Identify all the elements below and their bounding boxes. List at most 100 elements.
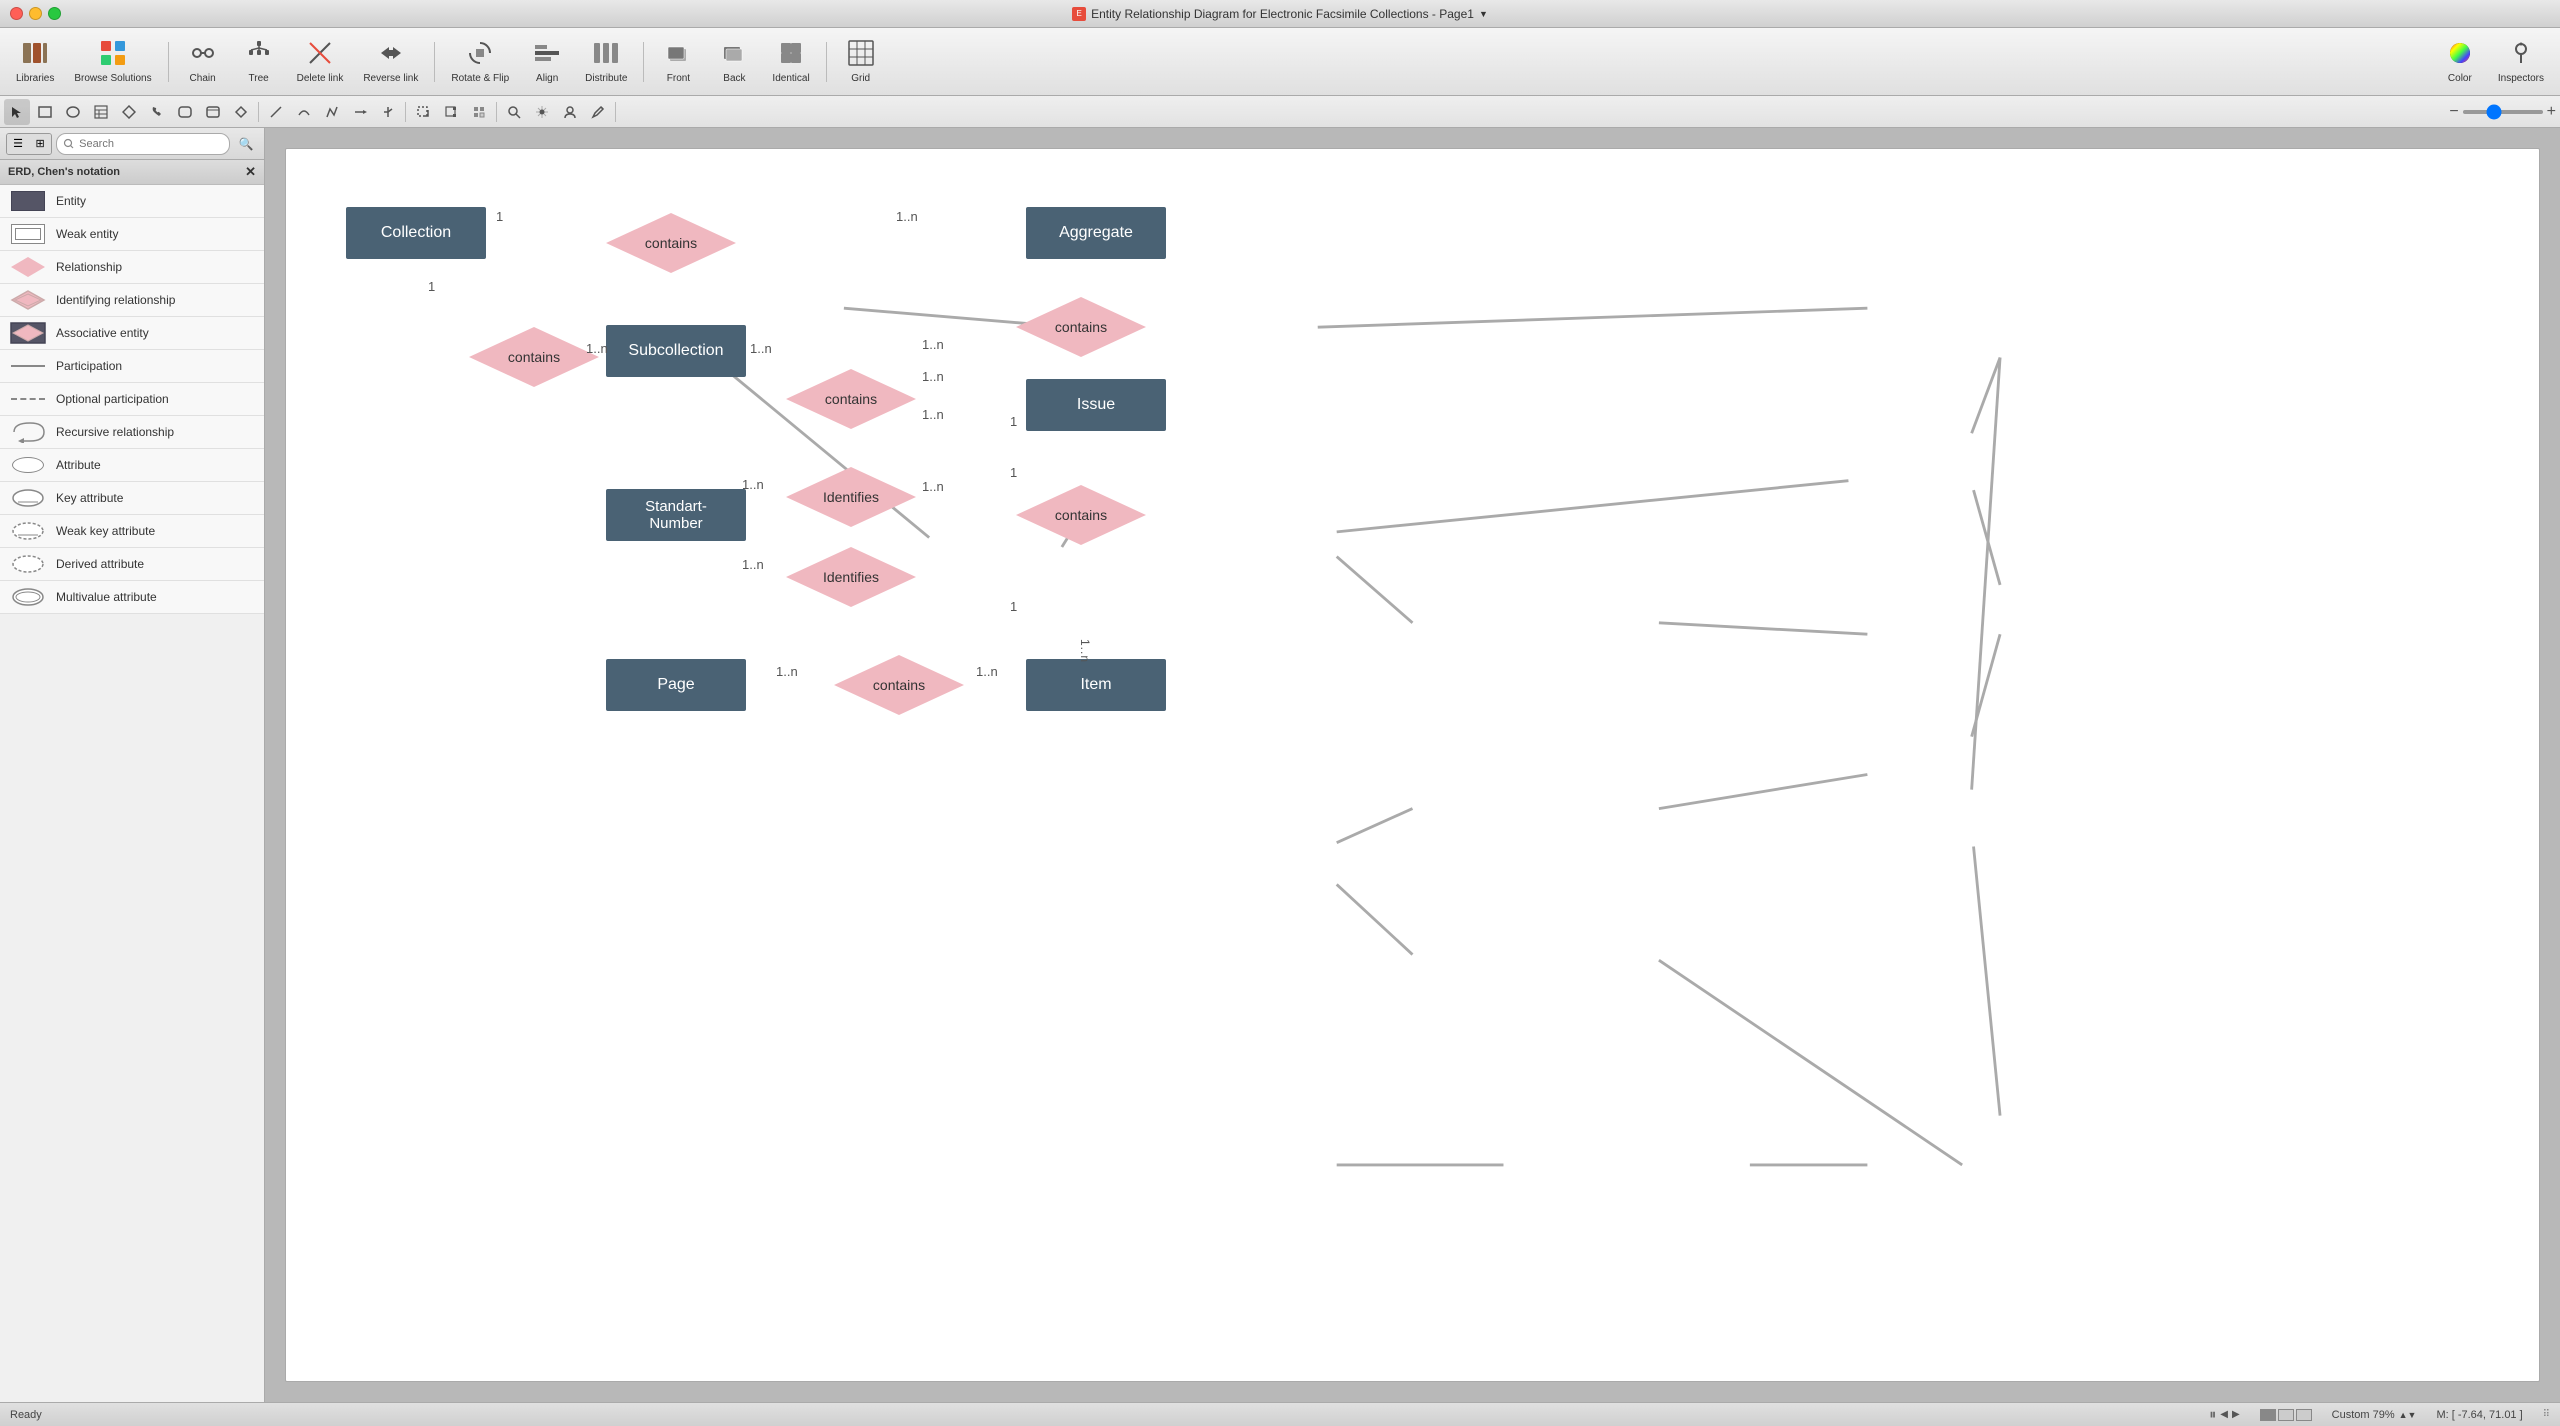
relationship-identifies-1[interactable]: Identifies bbox=[786, 467, 916, 527]
sidebar-item-weak-entity[interactable]: Weak entity bbox=[0, 218, 264, 251]
shape-tool-2[interactable] bbox=[200, 99, 226, 125]
transform-tool[interactable] bbox=[438, 99, 464, 125]
ellipse-tool[interactable] bbox=[60, 99, 86, 125]
pan-tool[interactable] bbox=[529, 99, 555, 125]
shape-tool-3[interactable] bbox=[228, 99, 254, 125]
pause-button[interactable]: ⏸ bbox=[2209, 1406, 2216, 1423]
relationship-identifies-2[interactable]: Identifies bbox=[786, 547, 916, 607]
pencil-tool[interactable] bbox=[585, 99, 611, 125]
arrow-tool[interactable] bbox=[347, 99, 373, 125]
page-box-1[interactable] bbox=[2260, 1409, 2276, 1421]
relationship-contains-2[interactable]: contains bbox=[469, 327, 599, 387]
polygon-tool[interactable] bbox=[116, 99, 142, 125]
toolbar-identical[interactable]: Identical bbox=[764, 34, 817, 90]
search-button[interactable]: 🔍 bbox=[234, 131, 258, 157]
toolbar-inspectors[interactable]: Inspectors bbox=[2490, 34, 2552, 90]
select-tool[interactable] bbox=[4, 99, 30, 125]
curved-line-tool[interactable] bbox=[319, 99, 345, 125]
relationship-contains-5[interactable]: contains bbox=[1016, 485, 1146, 545]
canvas-container[interactable]: Collection Aggregate Subcollection Issue… bbox=[265, 128, 2560, 1402]
search-input[interactable] bbox=[56, 133, 230, 155]
curve-tool[interactable] bbox=[291, 99, 317, 125]
zoom-slider[interactable] bbox=[2463, 110, 2543, 114]
zoom-dropdown-arrow[interactable]: ▲▼ bbox=[2399, 1410, 2417, 1420]
sidebar-item-identifying-relationship[interactable]: Identifying relationship bbox=[0, 284, 264, 317]
toolbar-front[interactable]: Front bbox=[652, 34, 704, 90]
toolbar-grid[interactable]: Grid bbox=[835, 34, 887, 90]
relationship-label: Relationship bbox=[56, 260, 122, 274]
resize-handle[interactable]: ⠿ bbox=[2543, 1409, 2550, 1420]
entity-collection[interactable]: Collection bbox=[346, 207, 486, 259]
toolbar-distribute[interactable]: Distribute bbox=[577, 34, 635, 90]
list-view-btn[interactable]: ☰ bbox=[7, 134, 29, 154]
next-page-button[interactable]: ▶ bbox=[2232, 1409, 2240, 1420]
sidebar-item-derived-attribute[interactable]: Derived attribute bbox=[0, 548, 264, 581]
diagram-canvas[interactable]: Collection Aggregate Subcollection Issue… bbox=[285, 148, 2540, 1382]
toolbar-browse-solutions[interactable]: Browse Solutions bbox=[66, 34, 159, 90]
view-toggle[interactable]: ☰ ⊞ bbox=[6, 133, 52, 155]
grid-view-btn[interactable]: ⊞ bbox=[29, 134, 51, 154]
window-controls[interactable] bbox=[10, 7, 61, 20]
toolbar-delete-link[interactable]: Delete link bbox=[289, 34, 352, 90]
toolbar-reverse-link[interactable]: Reverse link bbox=[355, 34, 426, 90]
toolbar-color[interactable]: Color bbox=[2434, 34, 2486, 90]
toolbar-libraries[interactable]: Libraries bbox=[8, 34, 62, 90]
entity-aggregate[interactable]: Aggregate bbox=[1026, 207, 1166, 259]
prev-page-button[interactable]: ◀ bbox=[2220, 1409, 2228, 1420]
sidebar-item-attribute[interactable]: Attribute bbox=[0, 449, 264, 482]
entity-icon bbox=[10, 190, 46, 212]
relationship-contains-1[interactable]: contains bbox=[606, 213, 736, 273]
toolbar-chain[interactable]: Chain bbox=[177, 34, 229, 90]
chain-label: Chain bbox=[190, 73, 216, 84]
grid-snap-tool[interactable] bbox=[466, 99, 492, 125]
user-tool[interactable] bbox=[557, 99, 583, 125]
sidebar-item-weak-key-attribute[interactable]: Weak key attribute bbox=[0, 515, 264, 548]
toolbar-sep-2 bbox=[434, 42, 435, 82]
entity-standart-number[interactable]: Standart-Number bbox=[606, 489, 746, 541]
titlebar: E Entity Relationship Diagram for Electr… bbox=[0, 0, 2560, 28]
zoom-out-button[interactable]: − bbox=[2449, 103, 2458, 121]
sidebar-item-entity[interactable]: Entity bbox=[0, 185, 264, 218]
maximize-button[interactable] bbox=[48, 7, 61, 20]
relationship-contains-6[interactable]: contains bbox=[834, 655, 964, 715]
rotate-flip-icon bbox=[466, 39, 494, 71]
sidebar-category: ERD, Chen's notation ✕ bbox=[0, 160, 264, 185]
entity-issue[interactable]: Issue bbox=[1026, 379, 1166, 431]
toolbar-align[interactable]: Align bbox=[521, 34, 573, 90]
entity-item[interactable]: Item bbox=[1026, 659, 1166, 711]
line-tool[interactable] bbox=[263, 99, 289, 125]
participation-icon bbox=[10, 355, 46, 377]
sidebar-item-recursive-relationship[interactable]: Recursive relationship bbox=[0, 416, 264, 449]
minimize-button[interactable] bbox=[29, 7, 42, 20]
entity-subcollection[interactable]: Subcollection bbox=[606, 325, 746, 377]
table-tool[interactable] bbox=[88, 99, 114, 125]
rectangle-tool[interactable] bbox=[32, 99, 58, 125]
sidebar-item-key-attribute[interactable]: Key attribute bbox=[0, 482, 264, 515]
toolbar-tree[interactable]: Tree bbox=[233, 34, 285, 90]
toolbar-rotate-flip[interactable]: Rotate & Flip bbox=[443, 34, 517, 90]
page-box-2[interactable] bbox=[2278, 1409, 2294, 1421]
vertical-line-tool[interactable] bbox=[375, 99, 401, 125]
dropdown-arrow[interactable]: ▼ bbox=[1479, 9, 1488, 19]
sidebar-item-multivalue-attribute[interactable]: Multivalue attribute bbox=[0, 581, 264, 614]
toolbar-back[interactable]: Back bbox=[708, 34, 760, 90]
entity-page[interactable]: Page bbox=[606, 659, 746, 711]
relationship-contains-3[interactable]: contains bbox=[1016, 297, 1146, 357]
label-1n-contains-aggregate: 1..n bbox=[896, 209, 918, 224]
page-box-3[interactable] bbox=[2296, 1409, 2312, 1421]
close-button[interactable] bbox=[10, 7, 23, 20]
phone-shape-tool[interactable] bbox=[144, 99, 170, 125]
zoom-level[interactable]: Custom 79% ▲▼ bbox=[2332, 1409, 2417, 1421]
sidebar-item-participation[interactable]: Participation bbox=[0, 350, 264, 383]
sidebar-item-relationship[interactable]: Relationship bbox=[0, 251, 264, 284]
relationship-contains-4[interactable]: contains bbox=[786, 369, 916, 429]
front-label: Front bbox=[667, 73, 690, 84]
sidebar-item-associative-entity[interactable]: Associative entity bbox=[0, 317, 264, 350]
crop-tool[interactable] bbox=[410, 99, 436, 125]
category-close[interactable]: ✕ bbox=[245, 164, 256, 180]
sidebar-item-optional-participation[interactable]: Optional participation bbox=[0, 383, 264, 416]
rounded-rect-tool[interactable] bbox=[172, 99, 198, 125]
zoom-in-button[interactable]: + bbox=[2547, 103, 2556, 121]
zoom-fit-tool[interactable] bbox=[501, 99, 527, 125]
grid-icon bbox=[847, 39, 875, 71]
